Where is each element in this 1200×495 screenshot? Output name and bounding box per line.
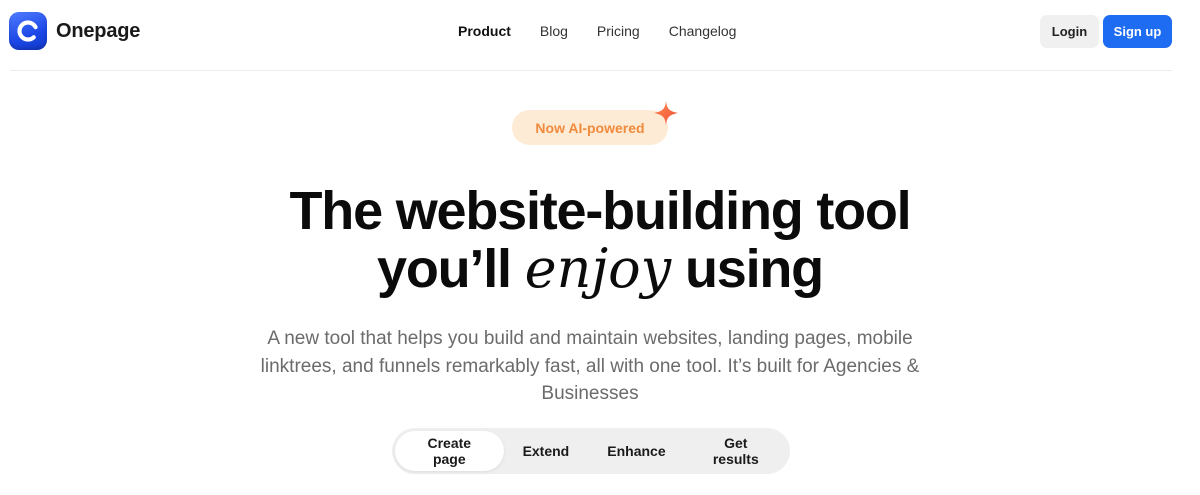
nav-link-changelog[interactable]: Changelog xyxy=(669,22,737,40)
tab-extend[interactable]: Extend xyxy=(504,431,589,471)
login-button[interactable]: Login xyxy=(1040,15,1099,48)
ai-badge: Now AI-powered xyxy=(512,100,680,146)
site-header: Onepage Product Blog Pricing Changelog L… xyxy=(0,0,1200,62)
nav-link-product[interactable]: Product xyxy=(458,22,511,40)
tab-enhance[interactable]: Enhance xyxy=(588,431,684,471)
nav-link-blog[interactable]: Blog xyxy=(540,22,568,40)
hero-title-line-1: The website-building tool xyxy=(289,181,912,241)
ai-badge-label: Now AI-powered xyxy=(512,110,668,145)
header-divider xyxy=(10,70,1172,71)
tab-create-page[interactable]: Create page xyxy=(395,431,504,471)
hero-title: The website-building tool you’ll enjoy u… xyxy=(0,182,1200,298)
main-nav: Product Blog Pricing Changelog xyxy=(458,22,765,40)
tab-get-results[interactable]: Get results xyxy=(685,431,787,471)
sparkle-icon xyxy=(654,101,678,125)
hero-title-line-2-start: you’ll xyxy=(377,239,525,299)
header-actions: Login Sign up xyxy=(1040,15,1172,48)
signup-button[interactable]: Sign up xyxy=(1103,15,1172,48)
brand-logo[interactable]: Onepage xyxy=(9,12,140,50)
nav-link-pricing[interactable]: Pricing xyxy=(597,22,640,40)
hero-title-line-2-end: using xyxy=(671,239,824,299)
brand-name: Onepage xyxy=(56,19,141,42)
hero-subtitle: A new tool that helps you build and main… xyxy=(260,328,920,404)
page: Onepage Product Blog Pricing Changelog L… xyxy=(0,0,1200,495)
feature-tabs: Create page Extend Enhance Get results xyxy=(392,428,790,474)
hero-title-emphasis: enjoy xyxy=(524,237,672,300)
onepage-logo-icon xyxy=(9,12,47,50)
